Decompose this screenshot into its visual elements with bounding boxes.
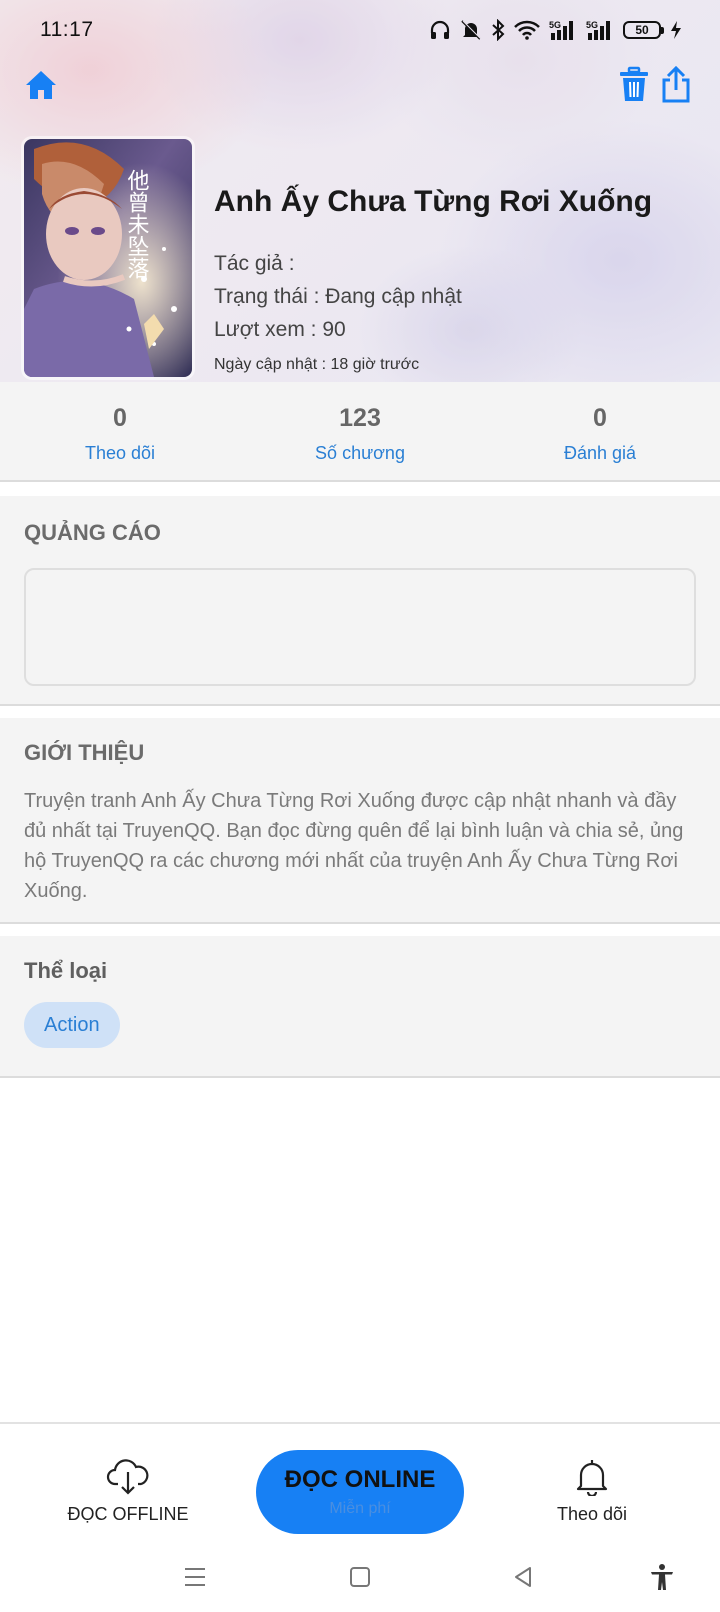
wifi-icon <box>514 20 540 40</box>
read-offline-button[interactable]: ĐỌC OFFLINE <box>60 1458 196 1525</box>
signal-5g-icon: 5G <box>586 20 610 40</box>
comic-title: Anh Ấy Chưa Từng Rơi Xuống <box>214 185 653 218</box>
back-nav-icon[interactable] <box>508 1562 538 1592</box>
trash-icon[interactable] <box>618 66 650 104</box>
read-online-label: ĐỌC ONLINE <box>284 1466 436 1493</box>
system-navigation-bar <box>0 1540 720 1612</box>
stat-chapters-label: Số chương <box>315 443 405 463</box>
intro-text: Truyện tranh Anh Ấy Chưa Từng Rơi Xuống … <box>24 790 684 902</box>
home-nav-icon[interactable] <box>345 1562 375 1592</box>
home-icon[interactable] <box>24 68 58 102</box>
genre-title: Thể loại <box>24 958 108 983</box>
stat-rating-value: 0 <box>593 404 607 432</box>
status-bar: 11:17 5G 5G 50 <box>0 0 720 62</box>
read-online-sublabel: Miễn phí <box>329 1500 391 1517</box>
cover-title-text: 他曾未坠落 <box>124 169 150 279</box>
comic-updated: Ngày cập nhật : 18 giờ trước <box>214 356 420 373</box>
share-icon[interactable] <box>660 66 692 104</box>
mute-bell-icon <box>461 20 482 40</box>
comic-views: Lượt xem : 90 <box>214 318 346 341</box>
comic-author: Tác giả : <box>214 252 295 275</box>
stat-chapters[interactable]: 123 Số chương <box>240 382 480 480</box>
svg-text:5G: 5G <box>586 20 598 30</box>
bottom-action-bar: ĐỌC OFFLINE ĐỌC ONLINE Miễn phí Theo dõi <box>0 1422 720 1540</box>
genre-tag-action[interactable]: Action <box>24 1002 120 1048</box>
intro-section: GIỚI THIỆU Truyện tranh Anh Ấy Chưa Từng… <box>0 718 720 924</box>
status-time: 11:17 <box>40 18 94 41</box>
cloud-download-icon <box>106 1459 149 1495</box>
svg-text:5G: 5G <box>549 20 561 30</box>
ads-section: QUẢNG CÁO <box>0 496 720 706</box>
accessibility-icon[interactable] <box>647 1562 677 1592</box>
signal-5g-icon: 5G <box>549 20 573 40</box>
stat-follow-label: Theo dõi <box>84 443 156 463</box>
follow-button[interactable]: Theo dõi <box>542 1458 642 1525</box>
read-online-button[interactable]: ĐỌC ONLINE Miễn phí <box>256 1450 464 1534</box>
stat-rating[interactable]: 0 Đánh giá <box>480 382 720 480</box>
headphones-icon <box>430 20 450 39</box>
stats-row: 0 Theo dõi 123 Số chương 0 Đánh giá <box>0 382 720 482</box>
stat-rating-label: Đánh giá <box>563 443 637 463</box>
stat-chapters-value: 123 <box>339 404 381 432</box>
battery-icon: 50 <box>623 21 664 39</box>
bell-icon <box>576 1460 608 1496</box>
stat-follow-value: 0 <box>113 404 127 432</box>
read-offline-label: ĐỌC OFFLINE <box>67 1504 189 1524</box>
bluetooth-icon <box>492 19 505 41</box>
intro-title: GIỚI THIỆU <box>24 740 145 765</box>
stat-follow[interactable]: 0 Theo dõi <box>0 382 240 480</box>
comic-cover-image: 他曾未坠落 <box>24 139 192 377</box>
ads-title: QUẢNG CÁO <box>24 520 161 545</box>
ad-placeholder[interactable] <box>24 568 696 686</box>
genre-section: Thể loại Action <box>0 936 720 1078</box>
menu-icon[interactable] <box>180 1562 210 1592</box>
follow-label: Theo dõi <box>556 1504 628 1524</box>
status-icons: 5G 5G 50 <box>429 19 682 41</box>
comic-status: Trạng thái : Đang cập nhật <box>214 285 462 308</box>
charging-icon <box>671 21 681 39</box>
